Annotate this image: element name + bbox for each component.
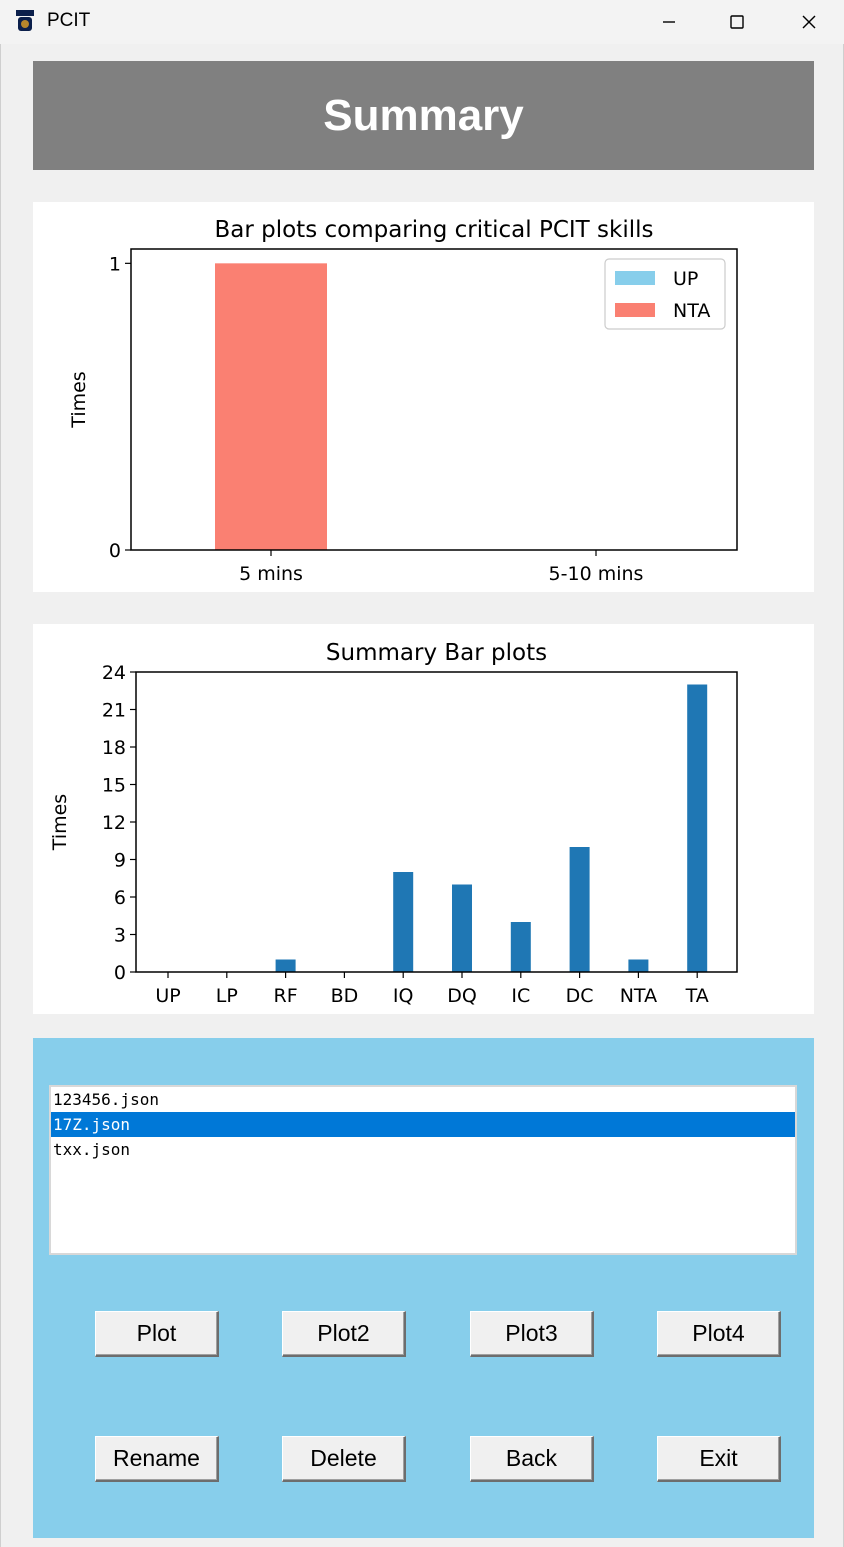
controls-panel: 123456.json 17Z.json txx.json Plot Plot2 P… [33, 1038, 814, 1538]
critical-skills-chart: Bar plots comparing critical PCIT skills… [68, 217, 738, 585]
bar-nta [628, 959, 649, 972]
file-list-item[interactable]: 123456.json [51, 1087, 795, 1112]
x-tick-label: UP [155, 985, 180, 1007]
y-tick-label: 24 [102, 662, 126, 684]
bar-rf [275, 959, 296, 972]
x-tick-label: DQ [447, 985, 477, 1007]
x-tick-label: 5 mins [239, 563, 303, 585]
plot3-button[interactable]: Plot3 [470, 1311, 594, 1357]
fiu-logo-icon [16, 10, 34, 31]
y-tick-label: 6 [114, 887, 126, 909]
summary-header: Summary [33, 61, 814, 170]
delete-button[interactable]: Delete [282, 1436, 406, 1482]
x-tick-label: NTA [620, 985, 657, 1007]
x-tick-label: TA [685, 985, 709, 1007]
y-tick-label: 15 [102, 775, 126, 797]
y-axis-label: Times [49, 794, 71, 851]
x-tick-label: RF [274, 985, 298, 1007]
window-border-left [0, 44, 1, 1547]
file-list-item[interactable]: txx.json [51, 1137, 795, 1162]
close-icon [802, 15, 816, 29]
file-listbox[interactable]: 123456.json 17Z.json txx.json [49, 1085, 797, 1255]
exit-button[interactable]: Exit [657, 1436, 781, 1482]
chart-title: Summary Bar plots [326, 640, 547, 666]
bar-ta [687, 684, 708, 972]
y-tick-label: 0 [109, 540, 121, 562]
y-tick-label: 9 [114, 850, 126, 872]
x-tick-label: 5-10 mins [549, 563, 644, 585]
summary-chart-panel: Summary Bar plots Times 0 3 6 9 12 15 18 21 24 UP LP… [33, 624, 814, 1014]
x-tick-label: IQ [393, 985, 414, 1007]
y-tick-label: 21 [102, 700, 126, 722]
back-button[interactable]: Back [470, 1436, 594, 1482]
bar-nta [215, 263, 327, 550]
summary-chart: Summary Bar plots Times 0 3 6 9 12 15 18 21 24 UP LP… [49, 640, 738, 1007]
bar-dq [452, 884, 472, 972]
minimize-button[interactable] [636, 0, 702, 44]
file-list-item[interactable]: 17Z.json [51, 1112, 795, 1137]
legend-swatch-nta [615, 303, 655, 317]
x-tick-label: BD [331, 985, 359, 1007]
close-button[interactable] [776, 0, 842, 44]
title-bar: PCIT [0, 0, 844, 44]
rename-button[interactable]: Rename [95, 1436, 219, 1482]
chart-title: Bar plots comparing critical PCIT skills [214, 217, 653, 243]
page-title: Summary [323, 90, 524, 140]
bar-iq [393, 872, 414, 972]
y-tick-label: 0 [114, 962, 126, 984]
y-tick-label: 1 [109, 253, 121, 275]
minimize-icon [663, 21, 675, 23]
plot-button[interactable]: Plot [95, 1311, 219, 1357]
bar-dc [569, 847, 590, 972]
plot2-button[interactable]: Plot2 [282, 1311, 406, 1357]
legend-swatch-up [615, 271, 655, 285]
x-tick-label: IC [511, 985, 530, 1007]
y-axis-label: Times [68, 371, 90, 428]
maximize-icon [730, 15, 744, 29]
y-tick-label: 3 [114, 925, 126, 947]
y-tick-label: 18 [102, 737, 126, 759]
critical-skills-chart-panel: Bar plots comparing critical PCIT skills… [33, 202, 814, 592]
y-tick-label: 12 [102, 812, 126, 834]
plot-frame [135, 671, 738, 973]
plot4-button[interactable]: Plot4 [657, 1311, 781, 1357]
bar-ic [510, 922, 531, 972]
legend-label: NTA [673, 300, 710, 322]
x-tick-label: LP [216, 985, 238, 1007]
legend-label: UP [673, 268, 698, 290]
x-tick-label: DC [566, 985, 594, 1007]
window-title: PCIT [47, 10, 91, 31]
maximize-button[interactable] [704, 0, 770, 44]
